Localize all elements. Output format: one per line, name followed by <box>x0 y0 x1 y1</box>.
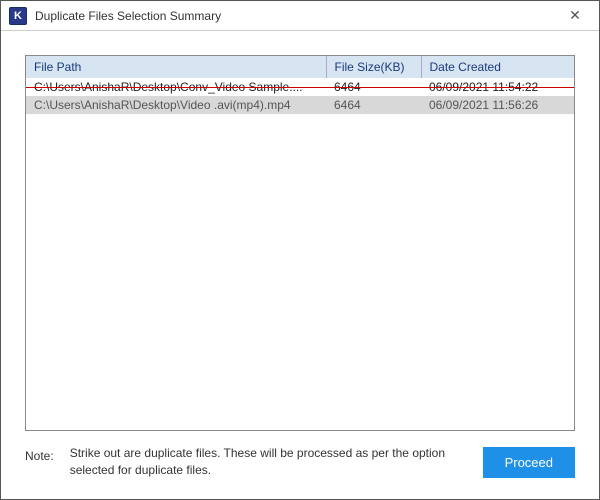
app-icon: K <box>9 7 27 25</box>
window-title: Duplicate Files Selection Summary <box>35 9 555 23</box>
column-header-date[interactable]: Date Created <box>421 56 574 78</box>
close-icon: ✕ <box>569 7 581 24</box>
content-area: File Path File Size(KB) Date Created C:\… <box>1 31 599 499</box>
note-text: Strike out are duplicate files. These wi… <box>70 445 467 479</box>
cell-date: 06/09/2021 11:54:22 <box>421 78 574 96</box>
cell-size: 6464 <box>326 78 421 96</box>
note-label: Note: <box>25 445 54 463</box>
table-row[interactable]: C:\Users\AnishaR\Desktop\Conv_Video Samp… <box>26 78 574 96</box>
cell-path: C:\Users\AnishaR\Desktop\Video .avi(mp4)… <box>26 96 326 114</box>
proceed-button[interactable]: Proceed <box>483 447 575 478</box>
table-row[interactable]: C:\Users\AnishaR\Desktop\Video .avi(mp4)… <box>26 96 574 114</box>
file-table-container: File Path File Size(KB) Date Created C:\… <box>25 55 575 431</box>
cell-path: C:\Users\AnishaR\Desktop\Conv_Video Samp… <box>26 78 326 96</box>
table-header-row: File Path File Size(KB) Date Created <box>26 56 574 78</box>
cell-date: 06/09/2021 11:56:26 <box>421 96 574 114</box>
column-header-path[interactable]: File Path <box>26 56 326 78</box>
cell-size: 6464 <box>326 96 421 114</box>
close-button[interactable]: ✕ <box>555 2 595 30</box>
file-table: File Path File Size(KB) Date Created C:\… <box>26 56 574 114</box>
titlebar: K Duplicate Files Selection Summary ✕ <box>1 1 599 31</box>
footer: Note: Strike out are duplicate files. Th… <box>25 431 575 487</box>
column-header-size[interactable]: File Size(KB) <box>326 56 421 78</box>
